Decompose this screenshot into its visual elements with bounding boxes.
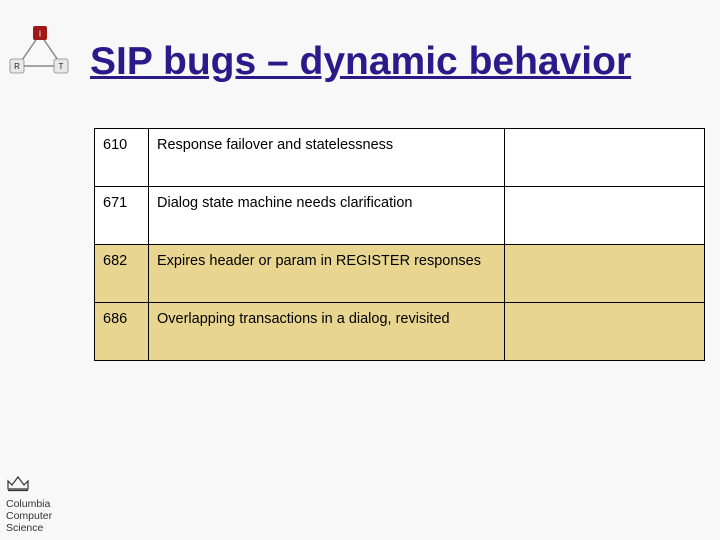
slide-title-wrap: SIP bugs – dynamic behavior: [90, 40, 710, 84]
table-row: 686 Overlapping transactions in a dialog…: [95, 303, 705, 361]
bug-id: 682: [95, 245, 149, 303]
bug-id: 686: [95, 303, 149, 361]
node-t-label: T: [59, 62, 64, 71]
footer-line3: Science: [6, 522, 76, 534]
bug-id: 671: [95, 187, 149, 245]
bug-note: [505, 245, 705, 303]
slide-title: SIP bugs – dynamic behavior: [90, 40, 710, 84]
bug-id: 610: [95, 129, 149, 187]
table-row: 682 Expires header or param in REGISTER …: [95, 245, 705, 303]
irt-triangle-icon: I R T: [8, 24, 72, 80]
bug-desc: Expires header or param in REGISTER resp…: [149, 245, 505, 303]
table-row: 610 Response failover and statelessness: [95, 129, 705, 187]
bug-desc: Overlapping transactions in a dialog, re…: [149, 303, 505, 361]
crown-icon: [6, 473, 30, 493]
node-i-label: I: [39, 30, 41, 39]
table-row: 671 Dialog state machine needs clarifica…: [95, 187, 705, 245]
footer-logo: Columbia Computer Science: [6, 473, 76, 534]
bugs-table: 610 Response failover and statelessness …: [94, 128, 705, 361]
bug-note: [505, 129, 705, 187]
bug-desc: Response failover and statelessness: [149, 129, 505, 187]
bug-note: [505, 303, 705, 361]
footer-line1: Columbia: [6, 498, 76, 510]
footer-line2: Computer: [6, 510, 76, 522]
bug-desc: Dialog state machine needs clarification: [149, 187, 505, 245]
node-r-label: R: [14, 62, 20, 71]
bug-note: [505, 187, 705, 245]
